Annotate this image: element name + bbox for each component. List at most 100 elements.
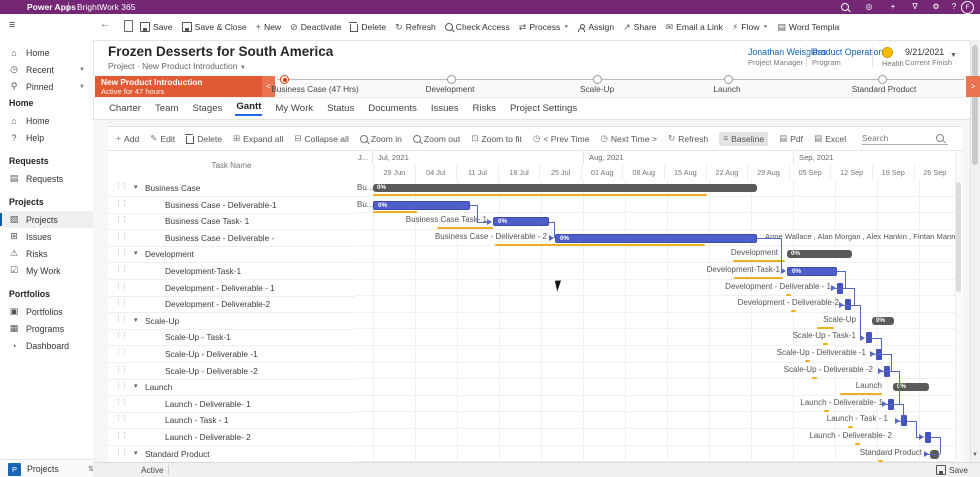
drag-handle-icon[interactable]: ⋮⋮ bbox=[115, 199, 127, 207]
add-icon[interactable]: + bbox=[886, 1, 900, 13]
sidebar-item-dashboard[interactable]: ◔Dashboard bbox=[0, 337, 93, 354]
scroll-down-arrow-icon[interactable]: ▼ bbox=[971, 450, 979, 460]
sidebar-item-recent[interactable]: ◷Recent▼ bbox=[0, 61, 93, 78]
filter-icon[interactable]: ∇ bbox=[908, 1, 922, 13]
header-expand-chevron[interactable]: ▼ bbox=[950, 52, 957, 59]
email-link-button[interactable]: ✉Email a Link bbox=[666, 22, 723, 32]
task-row[interactable]: ⋮⋮▾Launch bbox=[108, 379, 355, 396]
task-row[interactable]: ⋮⋮Business Case - Deliverable - bbox=[108, 230, 355, 247]
collapse-caret-icon[interactable]: ▾ bbox=[134, 183, 138, 191]
collapse-caret-icon[interactable]: ▾ bbox=[134, 249, 138, 257]
gantt-search-box[interactable] bbox=[862, 132, 948, 145]
page-scrollbar-thumb[interactable] bbox=[972, 45, 978, 165]
gantt-prev-time-button[interactable]: ◷< Prev Time bbox=[533, 134, 590, 144]
drag-handle-icon[interactable]: ⋮⋮ bbox=[115, 232, 127, 240]
gantt-excel-button[interactable]: ▤Excel bbox=[814, 134, 846, 144]
bpf-next-chevron[interactable]: > bbox=[966, 76, 980, 97]
user-avatar[interactable]: F bbox=[961, 1, 974, 14]
sidebar-item-risks[interactable]: ⚠Risks bbox=[0, 245, 93, 262]
tab-stages[interactable]: Stages bbox=[191, 103, 223, 114]
drag-handle-icon[interactable]: ⋮⋮ bbox=[115, 265, 127, 273]
refresh-button[interactable]: ↻Refresh bbox=[395, 22, 436, 32]
gantt-delete-button[interactable]: Delete bbox=[186, 134, 222, 144]
task-row[interactable]: ⋮⋮▾Business Case bbox=[108, 180, 355, 197]
collapse-caret-icon[interactable]: ▾ bbox=[134, 316, 138, 324]
delete-button[interactable]: Delete bbox=[350, 22, 386, 32]
collapse-caret-icon[interactable]: ▾ bbox=[134, 382, 138, 390]
sidebar-item-issues[interactable]: ⊞Issues bbox=[0, 228, 93, 245]
save-button[interactable]: Save bbox=[140, 22, 173, 32]
sidebar-item-projects[interactable]: ▧Projects bbox=[0, 211, 93, 228]
task-row[interactable]: ⋮⋮Business Case Task- 1 bbox=[108, 213, 355, 230]
tab-charter[interactable]: Charter bbox=[108, 103, 142, 114]
drag-handle-icon[interactable]: ⋮⋮ bbox=[115, 298, 127, 306]
gantt-refresh-button[interactable]: ↻Refresh bbox=[668, 134, 708, 144]
deactivate-button[interactable]: ⊘Deactivate bbox=[290, 22, 341, 32]
drag-handle-icon[interactable]: ⋮⋮ bbox=[115, 365, 127, 373]
tab-documents[interactable]: Documents bbox=[367, 103, 418, 114]
task-bar-bc-deliverable-2[interactable]: 0% bbox=[555, 234, 757, 243]
task-row[interactable]: ⋮⋮Launch - Deliverable- 2 bbox=[108, 429, 355, 446]
task-bar-bc-deliverable-1[interactable]: 0% bbox=[373, 201, 470, 210]
drag-handle-icon[interactable]: ⋮⋮ bbox=[115, 248, 127, 256]
tab-team[interactable]: Team bbox=[154, 103, 179, 114]
task-row[interactable]: ⋮⋮Development - Deliverable - 1 bbox=[108, 280, 355, 297]
back-button[interactable]: ← bbox=[100, 19, 110, 30]
process-button[interactable]: ⇄Process▼ bbox=[519, 22, 570, 32]
stage-label-development[interactable]: Development bbox=[426, 84, 475, 94]
suite-name[interactable]: BrightWork 365 bbox=[77, 2, 135, 12]
stage-label-scale-up[interactable]: Scale-Up bbox=[580, 84, 614, 94]
stage-label-launch[interactable]: Launch bbox=[713, 84, 740, 94]
drag-handle-icon[interactable]: ⋮⋮ bbox=[115, 282, 127, 290]
gantt-zoom-out-button[interactable]: Zoom out bbox=[413, 134, 460, 144]
share-button[interactable]: ↗Share bbox=[623, 22, 656, 32]
stage-dot-standard-product[interactable] bbox=[878, 75, 887, 84]
drag-handle-icon[interactable]: ⋮⋮ bbox=[115, 448, 127, 456]
tab-issues[interactable]: Issues bbox=[430, 103, 460, 114]
environment-icon[interactable]: ◎ bbox=[862, 1, 876, 13]
sidebar-toggle-icon[interactable]: ≡ bbox=[9, 19, 15, 31]
task-bar-development-task-1[interactable]: 0% bbox=[787, 267, 837, 276]
task-row[interactable]: ⋮⋮▾Scale-Up bbox=[108, 313, 355, 330]
sidebar-item-my-work[interactable]: ☑My Work bbox=[0, 262, 93, 279]
drag-handle-icon[interactable]: ⋮⋮ bbox=[115, 398, 127, 406]
sidebar-item-home[interactable]: ⌂Home bbox=[0, 112, 93, 129]
task-row[interactable]: ⋮⋮Launch - Task - 1 bbox=[108, 412, 355, 429]
form-selector[interactable]: New Product Introduction bbox=[142, 61, 237, 71]
task-row[interactable]: ⋮⋮Scale-Up - Deliverable -2 bbox=[108, 363, 355, 380]
task-bar-bc-task-1[interactable]: 0% bbox=[493, 217, 549, 226]
new-button[interactable]: +New bbox=[256, 22, 281, 32]
gantt-zoom-in-button[interactable]: Zoom in bbox=[360, 134, 402, 144]
sidebar-item-portfolios[interactable]: ▣Portfolios bbox=[0, 303, 93, 320]
save-close-button[interactable]: Save & Close bbox=[182, 22, 247, 32]
task-row[interactable]: ⋮⋮Development-Task-1 bbox=[108, 263, 355, 280]
stage-dot-development[interactable] bbox=[447, 75, 456, 84]
gantt-zoom-to-fit-button[interactable]: ⊡Zoom to fit bbox=[471, 134, 522, 144]
summary-bar-scale-up[interactable]: 0% bbox=[872, 317, 894, 325]
tab-my-work[interactable]: My Work bbox=[274, 103, 314, 114]
collapse-caret-icon[interactable]: ▾ bbox=[134, 449, 138, 457]
tab-project-settings[interactable]: Project Settings bbox=[509, 103, 578, 114]
stage-dot-business-case[interactable] bbox=[280, 75, 289, 84]
drag-handle-icon[interactable]: ⋮⋮ bbox=[115, 331, 127, 339]
settings-gear-icon[interactable]: ⚙ bbox=[929, 1, 943, 13]
stage-label-standard-product[interactable]: Standard Product bbox=[852, 84, 917, 94]
sidebar-item-home-top[interactable]: ⌂Home bbox=[0, 44, 93, 61]
stage-label-business-case[interactable]: Business Case (47 Hrs) bbox=[271, 84, 359, 94]
help-icon[interactable]: ? bbox=[947, 1, 961, 13]
tab-risks[interactable]: Risks bbox=[472, 103, 497, 114]
task-row[interactable]: ⋮⋮Launch - Deliverable- 1 bbox=[108, 396, 355, 413]
task-row[interactable]: ⋮⋮Development - Deliverable-2 bbox=[108, 296, 355, 313]
drag-handle-icon[interactable]: ⋮⋮ bbox=[115, 182, 127, 190]
program-link[interactable]: Product Operations bbox=[812, 47, 888, 57]
gantt-baseline-toggle[interactable]: ≡Baseline bbox=[719, 132, 768, 146]
gantt-search-input[interactable] bbox=[862, 132, 936, 144]
word-templates-button[interactable]: ▤Word Templates▼ bbox=[777, 22, 840, 32]
flow-button[interactable]: ⚡Flow▼ bbox=[732, 22, 768, 32]
task-row[interactable]: ⋮⋮Scale-Up - Deliverable -1 bbox=[108, 346, 355, 363]
drag-handle-icon[interactable]: ⋮⋮ bbox=[115, 414, 127, 422]
gantt-add-button[interactable]: +Add bbox=[116, 134, 139, 144]
task-row[interactable]: ⋮⋮Scale-Up - Task-1 bbox=[108, 329, 355, 346]
summary-bar-business-case[interactable]: 0% bbox=[373, 184, 757, 192]
sidebar-item-help[interactable]: ?Help bbox=[0, 129, 93, 146]
